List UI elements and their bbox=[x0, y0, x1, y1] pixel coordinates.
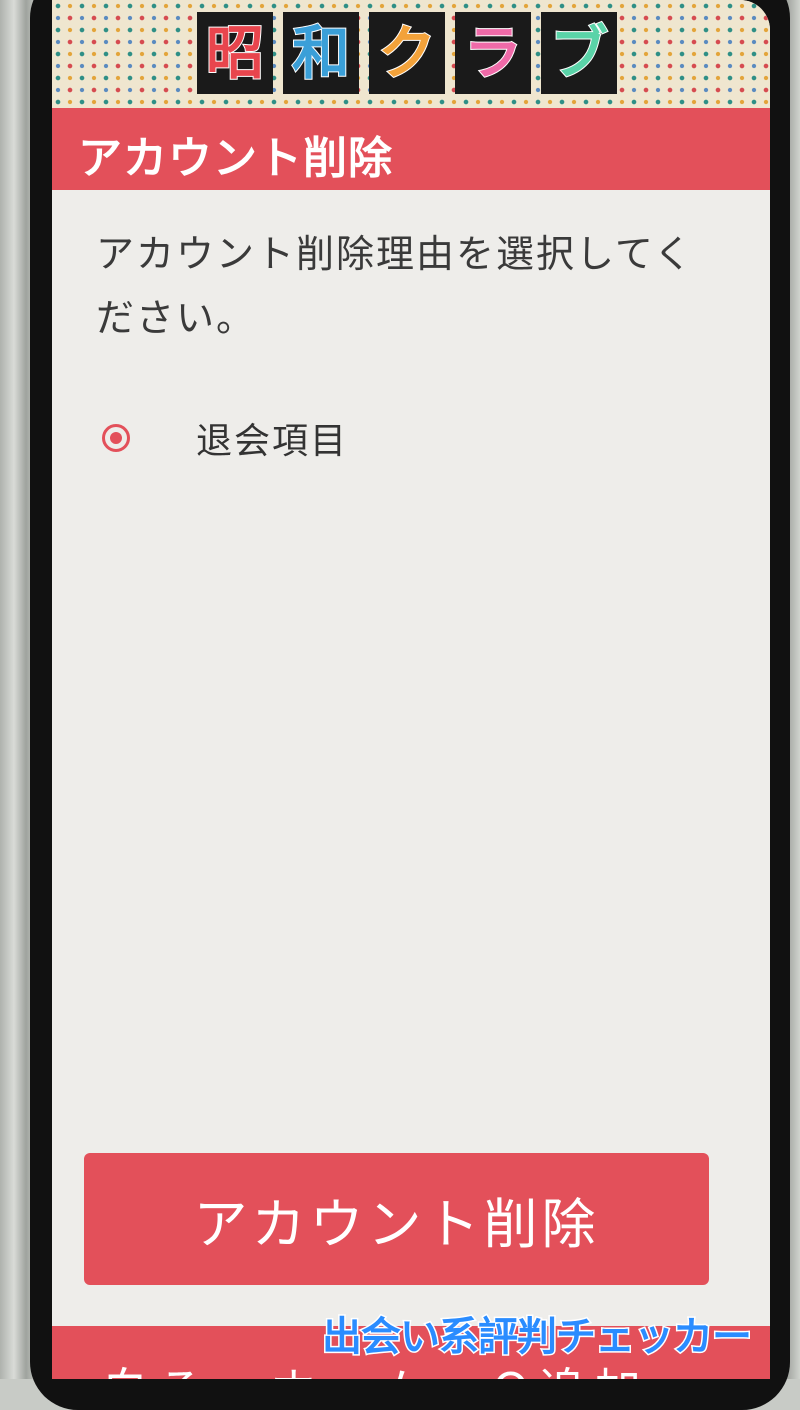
logo-char-2: 和 bbox=[283, 12, 359, 94]
device-frame: 昭 和 ク ラ ブ アカウント削除 アカウント削除理由を選択してください。 退会… bbox=[0, 0, 800, 1410]
logo-char-text-5: ブ bbox=[549, 19, 609, 87]
logo-char-3: ク bbox=[369, 12, 445, 94]
page-title: アカウント削除 bbox=[78, 133, 393, 184]
app-header-banner: 昭 和 ク ラ ブ bbox=[52, 0, 770, 110]
logo-char-4: ラ bbox=[455, 12, 531, 94]
page-title-bar: アカウント削除 bbox=[52, 108, 770, 190]
instruction-text: アカウント削除理由を選択してください。 bbox=[96, 232, 694, 340]
radio-button[interactable] bbox=[102, 424, 130, 452]
watermark-text: 出会い系評判チェッカー bbox=[321, 1313, 754, 1362]
logo-char-1: 昭 bbox=[197, 12, 273, 94]
reason-option[interactable]: 退会項目 bbox=[102, 408, 348, 468]
radio-selected-dot bbox=[110, 432, 122, 444]
logo-char-text-3: ク bbox=[377, 19, 437, 87]
logo-char-text-4: ラ bbox=[463, 19, 523, 87]
logo-char-5: ブ bbox=[541, 12, 617, 94]
app-logo: 昭 和 ク ラ ブ bbox=[197, 12, 617, 94]
logo-char-text-2: 和 bbox=[291, 19, 351, 87]
delete-account-button[interactable]: アカウント削除 bbox=[84, 1153, 709, 1285]
phone-screen: 昭 和 ク ラ ブ アカウント削除 アカウント削除理由を選択してください。 退会… bbox=[52, 0, 770, 1379]
logo-char-text-1: 昭 bbox=[205, 19, 265, 87]
reason-option-label[interactable]: 退会項目 bbox=[196, 412, 348, 464]
